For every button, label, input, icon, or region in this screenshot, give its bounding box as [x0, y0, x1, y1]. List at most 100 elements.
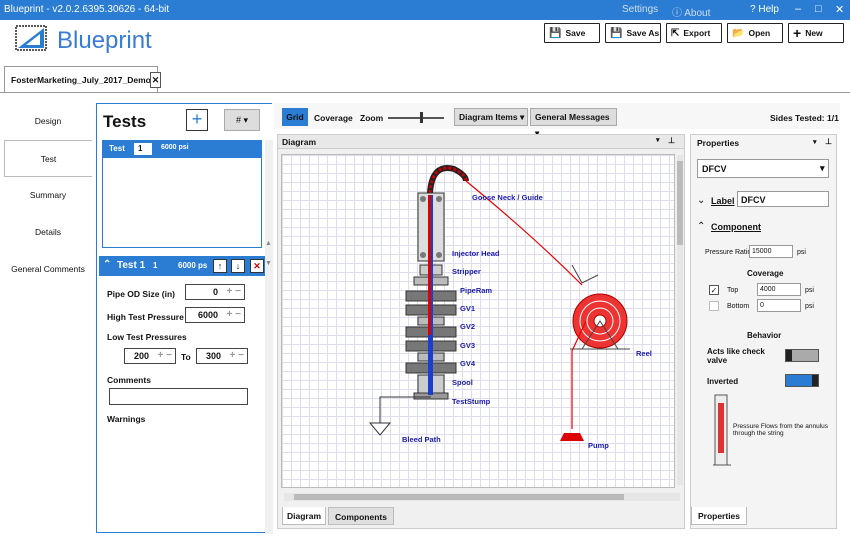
expand-icon[interactable]: ⌃ — [697, 221, 705, 232]
open-button[interactable]: 📂 Open — [727, 23, 783, 43]
title-bar: Blueprint - v2.0.2.6395.30626 - 64-bit S… — [0, 0, 850, 20]
nav-item-summary[interactable]: Summary — [4, 177, 92, 214]
save-button[interactable]: 💾 Save — [544, 23, 600, 43]
high-pressure-input[interactable]: 6000 + − — [185, 307, 245, 323]
sides-tested: Sides Tested: 1/1 — [770, 113, 839, 123]
nav-item-details[interactable]: Details — [4, 214, 92, 251]
bottom-coverage-input[interactable]: 0 — [757, 299, 801, 312]
nav-item-test[interactable]: Test — [4, 140, 92, 177]
test-pressure: 6000 psi — [161, 144, 189, 151]
close-window-button[interactable]: ✕ — [835, 3, 844, 16]
tests-title: Tests — [103, 112, 147, 131]
tests-panel: Tests + # ▾ Test 1 6000 psi ▲ ▼ ⌃ Test 1… — [96, 103, 273, 534]
stepper-icon[interactable]: + − — [230, 350, 244, 361]
add-test-button[interactable]: + — [186, 109, 208, 131]
file-tab[interactable]: FosterMarketing_July_2017_Demo ✕ — [4, 66, 161, 92]
label-gv2: GV2 — [460, 322, 476, 331]
help-link[interactable]: ? Help — [750, 4, 779, 15]
minimize-button[interactable]: – — [795, 3, 801, 15]
blueprint-logo-icon — [15, 25, 47, 51]
save-as-button[interactable]: 💾 Save As — [605, 23, 661, 43]
injector-wheel — [420, 196, 426, 202]
tab-components[interactable]: Components — [328, 507, 394, 525]
label-pump: Pump — [588, 441, 609, 450]
grid-toggle[interactable]: Grid — [282, 108, 308, 126]
vscroll-thumb[interactable] — [677, 161, 683, 245]
diagram-toolbar: Grid Coverage Zoom Diagram Items ▾ Gener… — [274, 103, 840, 138]
save-icon: 💾 — [549, 27, 562, 39]
label-teststump: TestStump — [452, 397, 491, 406]
nav-item-design[interactable]: Design — [4, 103, 92, 140]
label-bleed-path: Bleed Path — [402, 435, 441, 444]
nav-item-general-comments[interactable]: General Comments — [4, 251, 92, 288]
move-down-button[interactable]: ↓ — [231, 259, 245, 273]
label-section[interactable]: Label — [711, 196, 735, 206]
check-valve-toggle[interactable] — [785, 349, 819, 362]
label-goose-neck: Goose Neck / Guide — [472, 193, 543, 202]
toggle-knob — [786, 350, 792, 361]
left-nav: Design Test Summary Details General Comm… — [4, 100, 92, 532]
export-icon: ⇱ — [671, 27, 680, 39]
pin-icon[interactable]: ⊥ — [668, 136, 675, 145]
low-to-input[interactable]: 300 + − — [196, 348, 248, 364]
injector-wheel — [436, 196, 442, 202]
collapse-icon[interactable]: ⌃ — [103, 259, 111, 270]
pump[interactable] — [560, 433, 584, 441]
diagram-items-dropdown[interactable]: Diagram Items ▾ — [454, 108, 528, 126]
test-list: Test 1 6000 psi — [102, 140, 262, 248]
general-messages-dropdown[interactable]: General Messages ▾ — [530, 108, 617, 138]
component-select[interactable]: DFCV ▾ — [697, 159, 829, 178]
zoom-slider[interactable] — [388, 112, 444, 123]
hscroll-thumb[interactable] — [294, 494, 624, 500]
top-coverage-input[interactable]: 4000 — [757, 283, 801, 296]
sort-dropdown[interactable]: # ▾ — [224, 109, 260, 131]
gooseneck-flow — [428, 166, 468, 194]
delete-test-button[interactable]: ✕ — [250, 259, 264, 273]
info-icon: ⓘ — [672, 8, 685, 19]
diagram-canvas[interactable]: Goose Neck / Guide Injector Head Strippe… — [281, 154, 675, 488]
low-from-input[interactable]: 200 + − — [124, 348, 176, 364]
component-section[interactable]: Component — [711, 222, 761, 232]
label-gv4: GV4 — [460, 359, 476, 368]
comments-input[interactable] — [109, 388, 248, 405]
label-gv3: GV3 — [460, 341, 476, 350]
coverage-toggle[interactable]: Coverage — [314, 113, 353, 123]
new-button[interactable]: + New — [788, 23, 844, 43]
inverted-toggle[interactable] — [785, 374, 819, 387]
stepper-icon[interactable]: + − — [227, 309, 241, 320]
top-checkbox[interactable]: ✓ — [709, 285, 719, 295]
bleed-path-symbol[interactable] — [368, 422, 392, 436]
properties-header: Properties ▾ ⊥ — [691, 135, 836, 149]
tests-scrollbar[interactable]: ▲ ▼ — [265, 140, 273, 534]
zoom-slider-thumb[interactable] — [420, 112, 423, 123]
stepper-icon[interactable]: + − — [227, 286, 241, 297]
pressure-rating-input[interactable]: 15000 — [749, 245, 793, 258]
bottom-checkbox[interactable] — [709, 301, 719, 311]
folder-icon: 📂 — [732, 27, 745, 39]
close-tab-icon[interactable]: ✕ — [150, 72, 161, 88]
scroll-down-icon: ▼ — [265, 260, 272, 267]
dropdown-icon[interactable]: ▾ — [813, 138, 817, 146]
move-up-button[interactable]: ↑ — [213, 259, 227, 273]
test-list-item[interactable]: Test 1 6000 psi — [103, 141, 261, 158]
label-input[interactable]: DFCV — [737, 191, 829, 207]
label-piperam: PipeRam — [460, 286, 493, 295]
wellhead-diagram — [368, 165, 630, 441]
about-link[interactable]: ⓘ About — [672, 4, 710, 19]
stepper-icon[interactable]: + − — [158, 350, 172, 361]
pipe-od-input[interactable]: 0 + − — [185, 284, 245, 300]
maximize-button[interactable]: □ — [815, 3, 822, 15]
tab-diagram[interactable]: Diagram — [282, 507, 326, 525]
export-button[interactable]: ⇱ Export — [666, 23, 722, 43]
window-title: Blueprint - v2.0.2.6395.30626 - 64-bit — [4, 4, 170, 15]
tab-properties[interactable]: Properties — [691, 507, 747, 525]
collapse-icon[interactable]: ⌄ — [697, 195, 705, 206]
chevron-down-icon: ▾ — [820, 163, 825, 173]
settings-link[interactable]: Settings — [622, 4, 658, 15]
diagram-vscroll[interactable] — [677, 155, 683, 485]
diagram-hscroll[interactable] — [284, 493, 680, 501]
pin-icon[interactable]: ⊥ — [825, 137, 832, 146]
flow-path-red — [428, 195, 431, 335]
label-reel: Reel — [636, 349, 652, 358]
dropdown-icon[interactable]: ▾ — [656, 136, 660, 144]
